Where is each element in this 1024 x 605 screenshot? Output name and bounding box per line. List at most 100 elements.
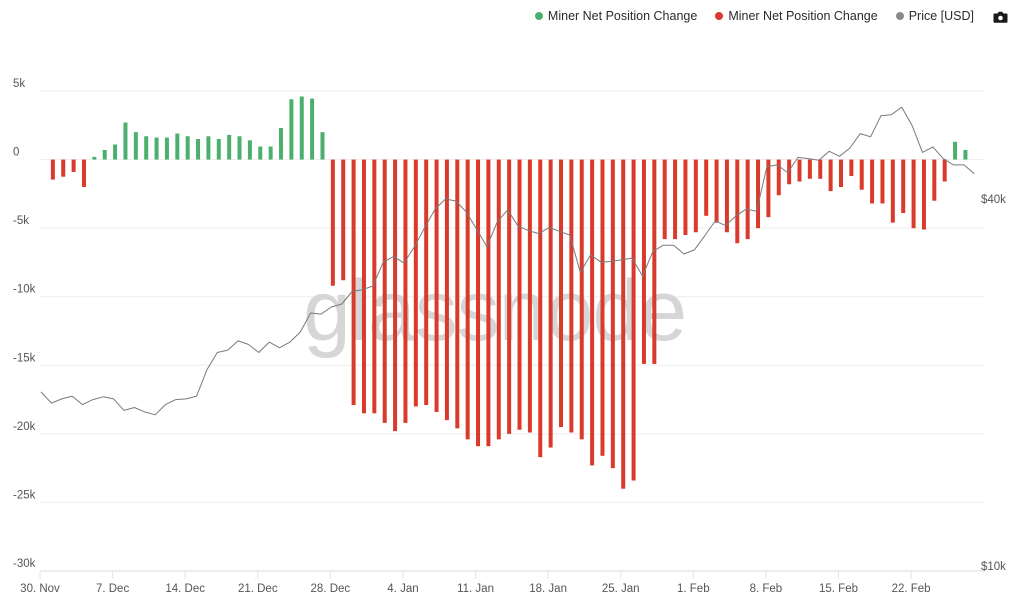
bar-negative: [61, 159, 66, 177]
bar-negative: [465, 159, 470, 440]
bar-positive: [258, 146, 263, 160]
bar-negative: [600, 159, 605, 456]
bar-negative: [838, 159, 843, 187]
x-tick-label: 11. Jan: [457, 583, 494, 595]
bar-positive: [102, 149, 107, 160]
bar-negative: [621, 159, 626, 489]
bar-positive: [279, 128, 284, 160]
bar-negative: [859, 159, 864, 190]
bar-negative: [590, 159, 595, 466]
bar-negative: [538, 159, 543, 458]
bar-positive: [310, 98, 315, 160]
bar-negative: [890, 159, 895, 223]
y-left-tick-label: -30k: [13, 558, 36, 570]
chart-canvas: glassnode 5k 0 -5k -10k -15k -20k -25k -30k $40…: [13, 78, 1006, 595]
bar-negative: [579, 159, 584, 440]
bar-positive: [196, 139, 201, 160]
bar-positive: [963, 149, 968, 160]
bar-positive: [953, 141, 958, 160]
bar-negative: [735, 159, 740, 244]
bar-positive: [320, 132, 325, 160]
bar-negative: [496, 159, 501, 440]
legend-item-miner-positive[interactable]: Miner Net Position Change: [534, 9, 698, 23]
bar-positive: [299, 96, 304, 160]
bar-series: [50, 96, 968, 489]
bar-negative: [745, 159, 750, 240]
y-right-tick-label: $40k: [981, 194, 1006, 206]
x-tick-label: 21. Dec: [238, 583, 278, 595]
bar-positive: [113, 144, 118, 160]
bar-negative: [330, 159, 335, 286]
y-left-tick-label: -15k: [13, 352, 36, 364]
bar-negative: [662, 159, 667, 240]
bar-positive: [185, 136, 190, 160]
legend-label: Miner Net Position Change: [547, 9, 698, 23]
bar-negative: [413, 159, 418, 407]
bar-negative: [631, 159, 636, 481]
bar-positive: [133, 132, 138, 160]
red-dot-icon: [715, 12, 724, 20]
bar-negative: [797, 159, 802, 182]
bar-negative: [569, 159, 574, 433]
y-left-tick-label: -10k: [13, 284, 36, 296]
bar-positive: [216, 139, 221, 160]
legend-item-miner-negative[interactable]: Miner Net Position Change: [715, 9, 878, 23]
x-tick-label: 28. Dec: [311, 583, 351, 595]
bar-negative: [548, 159, 553, 448]
gray-dot-icon: [895, 12, 904, 20]
bar-positive: [144, 136, 149, 160]
x-tick-label: 30. Nov: [20, 583, 60, 595]
right-axis: $40k $10k: [981, 194, 1006, 573]
bar-negative: [393, 159, 398, 432]
bar-negative: [880, 159, 885, 204]
bar-positive: [175, 133, 180, 160]
bar-positive: [164, 137, 169, 160]
y-left-tick-label: 0: [13, 147, 19, 159]
y-left-tick-label: -25k: [13, 489, 36, 501]
bar-negative: [361, 159, 366, 414]
x-tick-label: 1. Feb: [677, 583, 710, 595]
bar-negative: [673, 159, 678, 240]
bar-negative: [81, 159, 86, 187]
bar-negative: [424, 159, 429, 406]
legend-label: Price [USD]: [908, 9, 974, 23]
y-left-tick-label: -5k: [13, 215, 29, 227]
bar-negative: [683, 159, 688, 235]
bar-negative: [652, 159, 657, 364]
bar-negative: [434, 159, 439, 412]
legend-label: Miner Net Position Change: [728, 9, 878, 23]
bar-negative: [704, 159, 709, 216]
bar-negative: [942, 159, 947, 182]
watermark: glassnode: [303, 263, 686, 359]
bar-positive: [268, 146, 273, 160]
y-right-tick-label: $10k: [981, 561, 1006, 573]
bar-negative: [351, 159, 356, 406]
bar-positive: [206, 136, 211, 160]
bar-positive: [237, 136, 242, 160]
left-axis: 5k 0 -5k -10k -15k -20k -25k -30k: [13, 78, 36, 570]
bar-positive: [289, 99, 294, 160]
x-tick-label: 15. Feb: [819, 583, 858, 595]
bar-negative: [693, 159, 698, 233]
legend: Miner Net Position Change Miner Net Posi…: [534, 9, 974, 23]
bar-negative: [641, 159, 646, 364]
legend-item-price[interactable]: Price [USD]: [895, 9, 974, 23]
bar-negative: [517, 159, 522, 430]
bar-negative: [828, 159, 833, 192]
bar-negative: [486, 159, 491, 447]
y-left-tick-label: -20k: [13, 421, 36, 433]
camera-icon[interactable]: [993, 10, 1008, 23]
bar-negative: [807, 159, 812, 179]
bar-negative: [527, 159, 532, 433]
bar-positive: [92, 156, 97, 160]
bar-negative: [610, 159, 615, 469]
bar-negative: [921, 159, 926, 230]
bar-negative: [341, 159, 346, 281]
x-tick-label: 7. Dec: [96, 583, 129, 595]
y-left-tick-label: 5k: [13, 78, 25, 90]
x-tick-label: 25. Jan: [602, 583, 640, 595]
bar-negative: [818, 159, 823, 179]
x-tick-label: 14. Dec: [165, 583, 205, 595]
bar-positive: [123, 122, 128, 160]
bar-negative: [724, 159, 729, 233]
